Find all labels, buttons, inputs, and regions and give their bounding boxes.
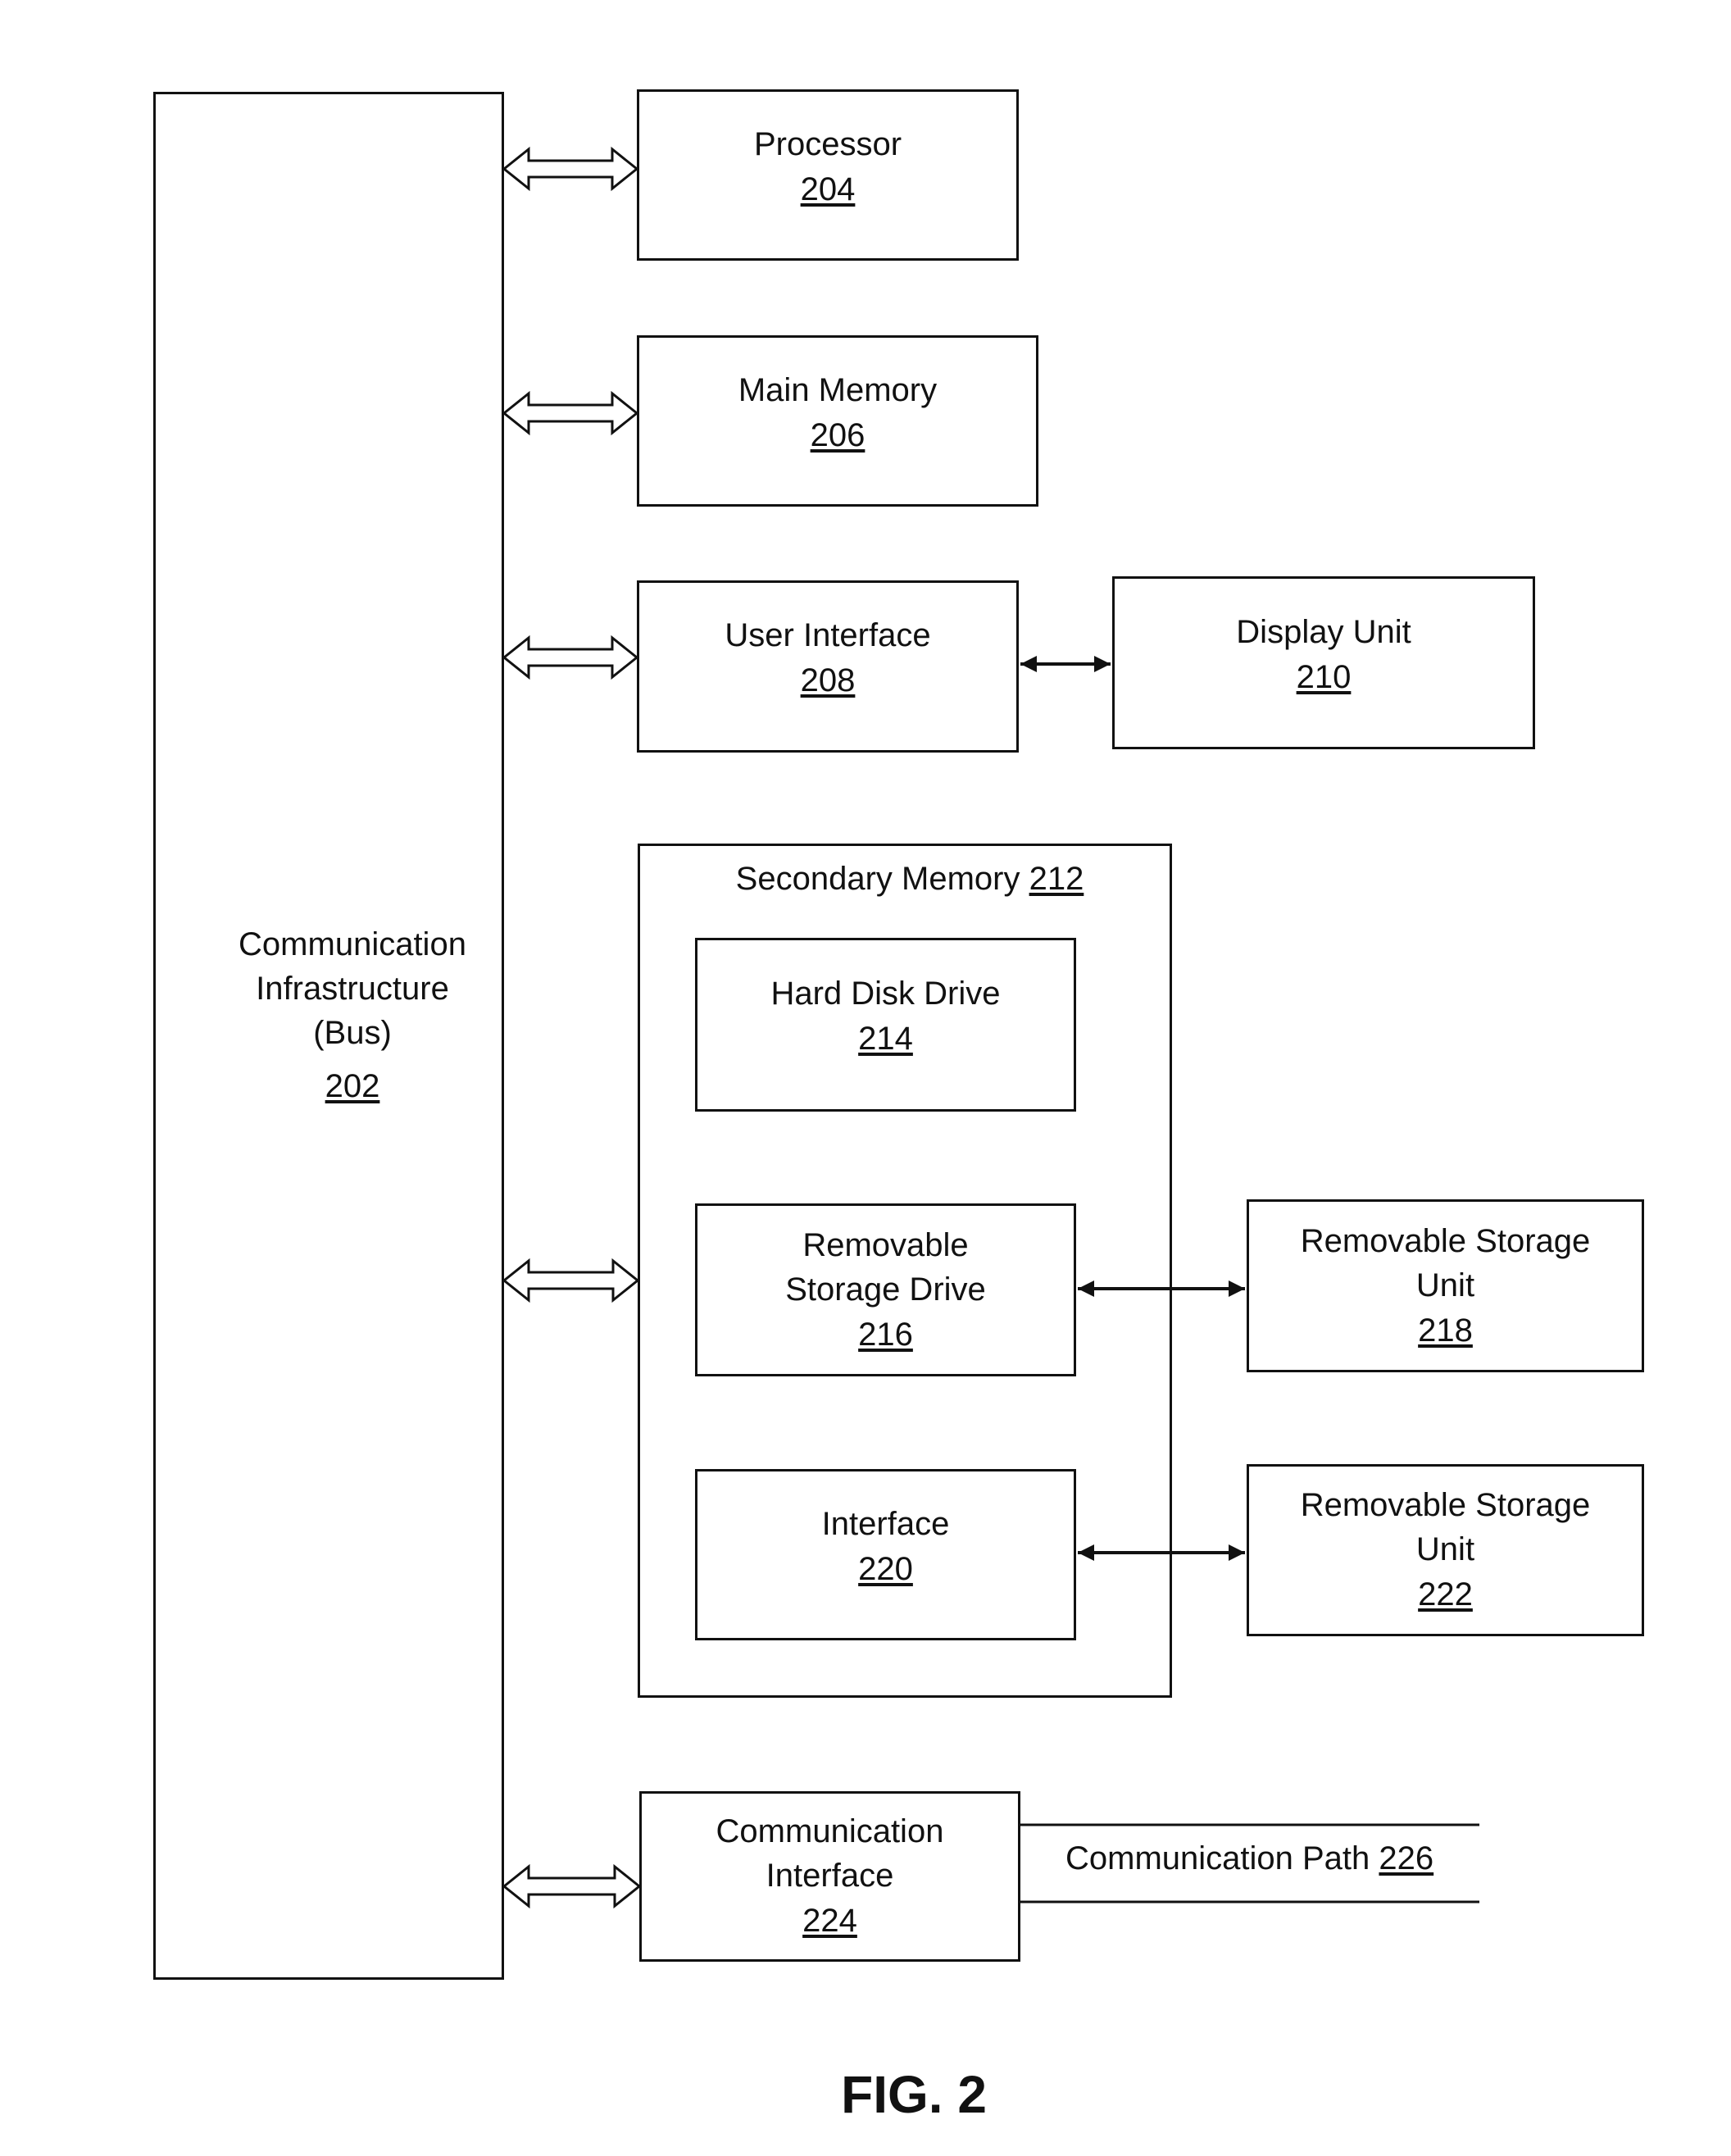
display-unit-box: Display Unit 210 bbox=[1112, 576, 1535, 749]
interface-box: Interface 220 bbox=[695, 1469, 1076, 1640]
communication-path-ref: 226 bbox=[1379, 1840, 1434, 1876]
removable-storage-unit-218-line2: Unit bbox=[1415, 1267, 1475, 1303]
removable-storage-unit-222-line2: Unit bbox=[1415, 1531, 1475, 1567]
removable-storage-unit-222-line1: Removable Storage bbox=[1300, 1487, 1591, 1523]
bus-communication-interface-arrow bbox=[502, 1863, 642, 1909]
removable-storage-unit-222-ref: 222 bbox=[1418, 1576, 1473, 1612]
user-interface-box: User Interface 208 bbox=[637, 580, 1019, 753]
processor-box: Processor 204 bbox=[637, 89, 1019, 261]
processor-label: Processor bbox=[753, 125, 902, 162]
removable-storage-unit-218-ref: 218 bbox=[1418, 1312, 1473, 1349]
communication-interface-line2: Interface bbox=[766, 1858, 894, 1894]
removable-storage-drive-box: Removable Storage Drive 216 bbox=[695, 1203, 1076, 1376]
interface-ref: 220 bbox=[858, 1550, 913, 1587]
communication-interface-line1: Communication bbox=[716, 1813, 944, 1849]
bus-user-interface-arrow bbox=[502, 635, 639, 680]
figure-caption: FIG. 2 bbox=[841, 2065, 987, 2124]
user-interface-label: User Interface bbox=[725, 617, 931, 653]
hard-disk-drive-box: Hard Disk Drive 214 bbox=[695, 938, 1076, 1112]
bus-label: Communication Infrastructure (Bus) 202 bbox=[197, 922, 508, 1109]
bus-ref: 202 bbox=[325, 1068, 380, 1104]
secondary-memory-label: Secondary Memory bbox=[735, 861, 1020, 897]
bus-label-line3: (Bus) bbox=[313, 1015, 392, 1051]
main-memory-label: Main Memory bbox=[738, 371, 938, 408]
removable-storage-drive-line2: Storage Drive bbox=[785, 1271, 986, 1308]
main-memory-box: Main Memory 206 bbox=[637, 335, 1038, 507]
main-memory-ref: 206 bbox=[810, 416, 866, 453]
display-unit-ref: 210 bbox=[1296, 658, 1352, 695]
removable-storage-drive-line1: Removable bbox=[802, 1226, 969, 1263]
bus-label-line2: Infrastructure bbox=[256, 971, 449, 1007]
removable-storage-unit-222-box: Removable Storage Unit 222 bbox=[1247, 1464, 1644, 1636]
bus-processor-arrow bbox=[502, 146, 639, 192]
hard-disk-drive-label: Hard Disk Drive bbox=[770, 976, 1001, 1012]
communication-path-label: Communication Path bbox=[1065, 1840, 1370, 1876]
bus-secondary-memory-arrow bbox=[502, 1258, 640, 1303]
removable-storage-drive-ref: 216 bbox=[858, 1316, 913, 1353]
secondary-memory-ref: 212 bbox=[1029, 861, 1084, 897]
communication-path-label-group: Communication Path 226 bbox=[1065, 1840, 1524, 1877]
communication-interface-ref: 224 bbox=[802, 1903, 857, 1939]
processor-ref: 204 bbox=[800, 171, 856, 207]
display-unit-label: Display Unit bbox=[1236, 613, 1411, 650]
removable-storage-unit-218-line1: Removable Storage bbox=[1300, 1222, 1591, 1259]
secondary-memory-title: Secondary Memory 212 bbox=[656, 861, 1164, 898]
removable-storage-unit-218-box: Removable Storage Unit 218 bbox=[1247, 1199, 1644, 1372]
bus-label-line1: Communication bbox=[239, 926, 466, 962]
communication-interface-box: Communication Interface 224 bbox=[639, 1791, 1020, 1962]
hard-disk-drive-ref: 214 bbox=[858, 1021, 913, 1057]
user-interface-ref: 208 bbox=[800, 662, 856, 698]
interface-label: Interface bbox=[821, 1505, 950, 1542]
bus-main-memory-arrow bbox=[502, 390, 639, 436]
